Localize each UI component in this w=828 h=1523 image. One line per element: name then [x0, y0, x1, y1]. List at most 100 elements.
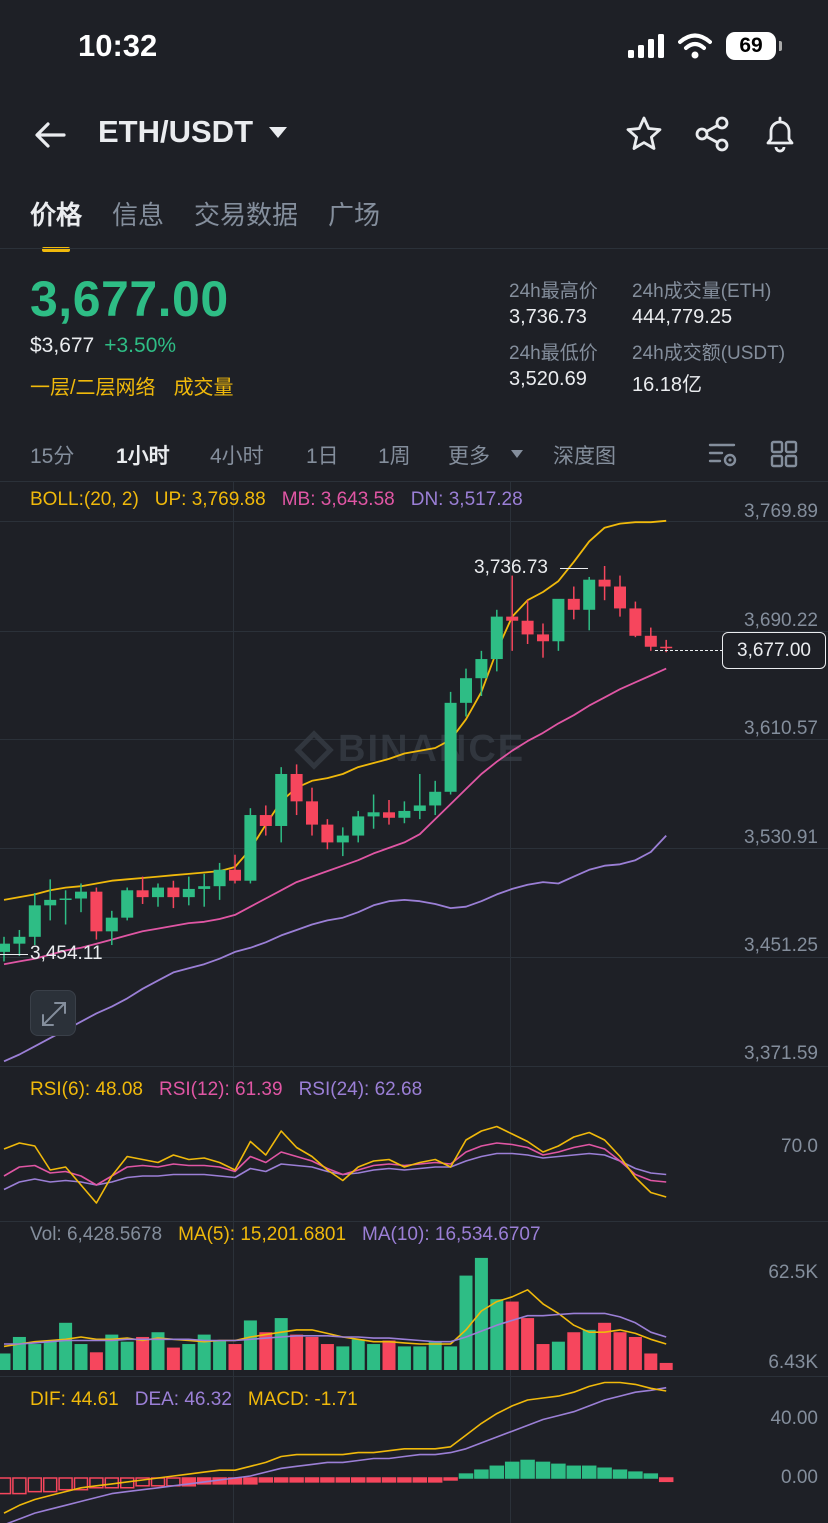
chevron-down-icon [269, 126, 287, 138]
tf-15m[interactable]: 15分 [30, 440, 74, 470]
star-icon[interactable] [624, 114, 664, 154]
current-price-line [655, 650, 723, 651]
macd-legend: DIF: 44.61 DEA: 46.32 MACD: -1.71 [30, 1389, 358, 1411]
rsi12-label: RSI(12): 61.39 [159, 1079, 283, 1100]
macd-hist-bar [504, 1461, 520, 1479]
tf-more[interactable]: 更多 [448, 440, 490, 470]
volume-bar [428, 1341, 442, 1370]
macd-hist-bar [581, 1465, 597, 1479]
candle-body [614, 586, 626, 609]
tf-1d[interactable]: 1日 [306, 440, 339, 470]
macd-hist-bar [42, 1477, 58, 1493]
volume-bar [413, 1346, 427, 1370]
volume-bar [0, 1353, 11, 1370]
candle-body [352, 816, 365, 836]
tab-trading-data[interactable]: 交易数据 [194, 195, 298, 252]
volume-bar [367, 1344, 381, 1370]
candle-body [506, 616, 519, 621]
layout-grid-icon[interactable] [770, 440, 798, 468]
macd-hist-bar [27, 1477, 43, 1493]
tab-price[interactable]: 价格 [30, 195, 82, 252]
volume-bar [228, 1344, 242, 1370]
macd-hist-bar [0, 1477, 12, 1495]
volume-bar [459, 1275, 473, 1370]
kline-chart[interactable] [0, 482, 828, 1523]
tag-volume[interactable]: 成交量 [174, 371, 234, 400]
volume-bar [351, 1339, 365, 1370]
timeframe-bar: 15分 1小时 4小时 1日 1周 更多 深度图 [0, 436, 828, 472]
current-price-tag[interactable]: 3,677.00 [722, 632, 826, 669]
tf-1w[interactable]: 1周 [378, 440, 411, 470]
candle-body [275, 773, 288, 826]
volume-axis-label: 62.5K [768, 1262, 818, 1283]
back-arrow-icon[interactable] [30, 115, 70, 155]
volume-bar [166, 1347, 180, 1370]
fullscreen-button[interactable] [30, 990, 76, 1036]
category-tags: 一层/二层网络 成交量 [30, 371, 234, 400]
candle-body [475, 659, 488, 679]
candle-body [90, 891, 103, 932]
battery-icon: 69 [726, 32, 782, 60]
stat-value: 444,779.25 [632, 306, 733, 328]
candle-body [0, 943, 10, 952]
candle-body [259, 815, 272, 826]
macd-hist-bar [474, 1469, 489, 1479]
tab-info[interactable]: 信息 [112, 195, 164, 252]
macd-hist-bar [458, 1473, 474, 1479]
rsi-axis-label: 70.0 [781, 1136, 818, 1157]
low-annotation-line [0, 954, 28, 955]
candle-body [460, 678, 472, 703]
volume-bar [474, 1257, 488, 1370]
tag-layer[interactable]: 一层/二层网络 [30, 371, 156, 400]
candle-body [367, 812, 380, 817]
macd-hist-bar [243, 1477, 258, 1485]
volume-bar [305, 1336, 319, 1370]
stat-label: 24h成交额(USDT) [632, 343, 786, 364]
tf-4h[interactable]: 4小时 [210, 440, 264, 470]
vol-ma5-line [3, 1289, 667, 1348]
volume-bar [182, 1344, 196, 1370]
macd-hist-bar [535, 1461, 551, 1479]
stat-24h-high: 24h最高价 3,736.73 [509, 276, 598, 329]
tab-square[interactable]: 广场 [328, 195, 380, 252]
volume-bar [74, 1344, 88, 1370]
macd-hist-bar [520, 1459, 535, 1479]
macd-hist-bar [350, 1477, 366, 1483]
candle-body [383, 812, 395, 818]
volume-bar [613, 1332, 627, 1370]
macd-hist-bar [427, 1477, 443, 1483]
tf-1h[interactable]: 1小时 [116, 440, 170, 470]
stat-24h-volume: 24h成交量(ETH) 444,779.25 [632, 276, 771, 329]
volume-bar [536, 1344, 550, 1370]
candle-body [105, 917, 118, 932]
stat-label: 24h最高价 [509, 281, 598, 302]
tf-depth[interactable]: 深度图 [553, 440, 616, 470]
status-time: 10:32 [78, 28, 158, 63]
volume-bar [136, 1336, 150, 1370]
macd-hist-bar [658, 1477, 674, 1483]
pair-selector[interactable]: ETH/USDT [98, 114, 287, 150]
stat-value: 3,520.69 [509, 368, 587, 390]
candle-body [413, 805, 426, 811]
macd-dif-label: DIF: 44.61 [30, 1389, 119, 1410]
vol-ma5-label: MA(5): 15,201.6801 [178, 1224, 347, 1245]
candle-body [121, 890, 134, 918]
boll-dn-line [3, 834, 667, 1063]
rsi-legend: RSI(6): 48.08 RSI(12): 61.39 RSI(24): 62… [30, 1079, 422, 1101]
page-tabs: 价格 信息 交易数据 广场 [30, 195, 380, 252]
candle-body [321, 824, 334, 843]
candle-body [660, 646, 673, 649]
volume-bar [521, 1318, 535, 1370]
macd-hist-bar [304, 1477, 320, 1483]
pair-label: ETH/USDT [98, 114, 253, 149]
candle-body [629, 608, 642, 636]
candle-body [521, 620, 534, 635]
volume-legend: Vol: 6,428.5678 MA(5): 15,201.6801 MA(10… [30, 1224, 541, 1246]
bell-icon[interactable] [760, 114, 800, 154]
stat-label: 24h成交量(ETH) [632, 281, 772, 302]
share-icon[interactable] [692, 114, 732, 154]
rsi24-label: RSI(24): 62.68 [298, 1079, 423, 1100]
indicator-settings-icon[interactable] [708, 440, 738, 470]
macd-hist-bar [366, 1477, 381, 1483]
macd-hist-bar [289, 1477, 304, 1483]
